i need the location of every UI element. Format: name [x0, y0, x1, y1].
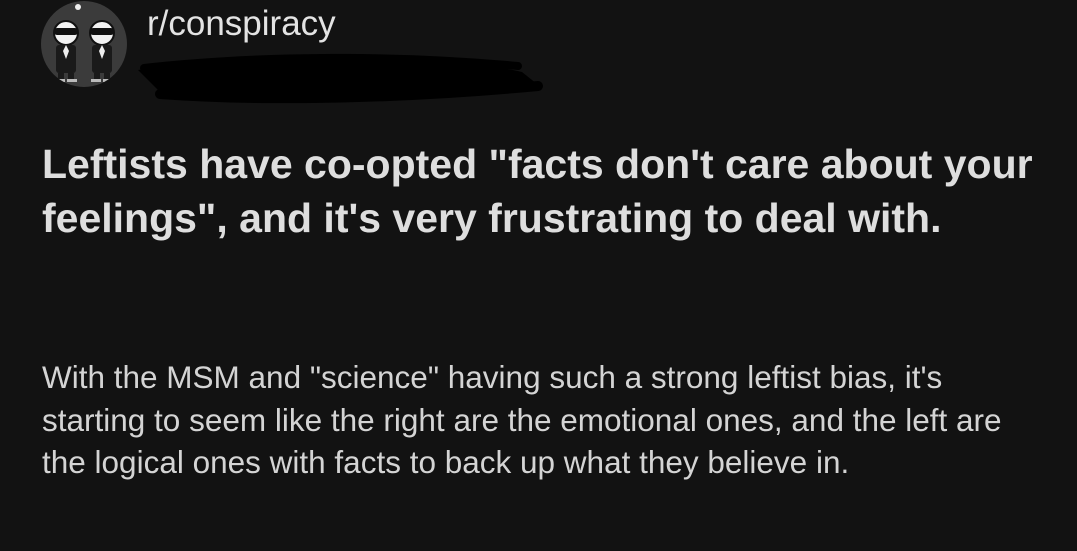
post-title: Leftists have co-opted "facts don't care…	[42, 141, 1033, 241]
redaction-scribble	[138, 53, 543, 104]
subreddit-avatar[interactable]	[41, 1, 127, 87]
agent-figure-left	[53, 20, 79, 82]
agent-figure-right	[89, 20, 115, 82]
twin-agents-icon	[53, 4, 115, 82]
post-view: r/conspiracy Leftists have co-opted "fac…	[0, 0, 1077, 551]
subreddit-name[interactable]: r/conspiracy	[147, 4, 336, 44]
post-body: With the MSM and "science" having such a…	[42, 359, 1002, 480]
